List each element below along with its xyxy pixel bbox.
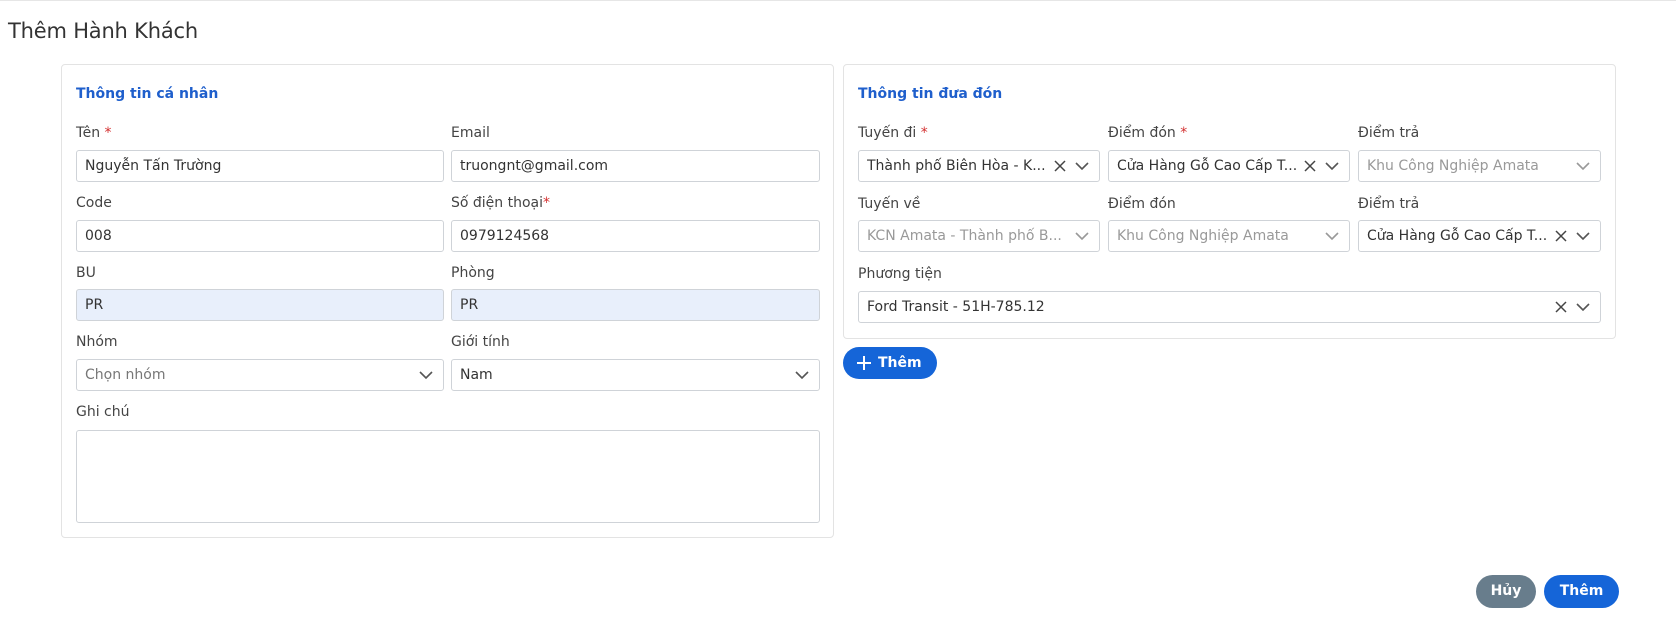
route-out-value: Thành phố Biên Hòa - K... <box>867 158 1046 174</box>
gender-label: Giới tính <box>451 334 510 350</box>
pickup-back-select[interactable]: Khu Công Nghiệp Amata <box>1108 220 1350 252</box>
email-field[interactable]: truongnt@gmail.com <box>451 150 820 182</box>
drop-back-value: Cửa Hàng Gỗ Cao Cấp T... <box>1367 228 1548 244</box>
name-label: Tên * <box>76 125 112 141</box>
vehicle-value: Ford Transit - 51H-785.12 <box>867 299 1045 315</box>
drop-out-label: Điểm trả <box>1358 125 1420 141</box>
route-back-select[interactable]: KCN Amata - Thành phố B... <box>858 220 1100 252</box>
bu-value: PR <box>85 297 104 313</box>
submit-button[interactable]: Thêm <box>1544 575 1619 608</box>
phone-field[interactable]: 0979124568 <box>451 220 820 252</box>
chevron-down-icon <box>1576 232 1590 241</box>
vehicle-label: Phương tiện <box>858 266 942 282</box>
bu-label: BU <box>76 265 96 281</box>
pickup-back-label: Điểm đón <box>1108 196 1176 212</box>
add-transport-label: Thêm <box>878 355 922 371</box>
chevron-down-icon <box>795 371 809 380</box>
pickup-out-value: Cửa Hàng Gỗ Cao Cấp T... <box>1117 158 1298 174</box>
group-select[interactable]: Chọn nhóm <box>76 359 444 391</box>
top-divider <box>0 0 1676 1</box>
close-icon[interactable] <box>1054 160 1066 172</box>
code-label: Code <box>76 195 112 211</box>
close-icon[interactable] <box>1304 160 1316 172</box>
route-back-value: KCN Amata - Thành phố B... <box>867 228 1062 244</box>
group-placeholder: Chọn nhóm <box>85 367 166 383</box>
code-field[interactable]: 008 <box>76 220 444 252</box>
drop-back-label: Điểm trả <box>1358 196 1420 212</box>
gender-value: Nam <box>460 367 493 383</box>
name-field[interactable]: Nguyễn Tấn Trường <box>76 150 444 182</box>
note-textarea[interactable] <box>76 430 820 523</box>
chevron-down-icon <box>419 371 433 380</box>
chevron-down-icon <box>1576 162 1590 171</box>
pickup-out-select[interactable]: Cửa Hàng Gỗ Cao Cấp T... <box>1108 150 1350 182</box>
route-out-label: Tuyến đi * <box>858 125 928 141</box>
room-label: Phòng <box>451 265 495 281</box>
chevron-down-icon <box>1075 162 1089 171</box>
room-field[interactable]: PR <box>451 289 820 321</box>
email-label: Email <box>451 125 490 141</box>
chevron-down-icon <box>1325 232 1339 241</box>
chevron-down-icon <box>1576 303 1590 312</box>
chevron-down-icon <box>1075 232 1089 241</box>
pickup-out-label: Điểm đón * <box>1108 125 1188 141</box>
name-value: Nguyễn Tấn Trường <box>85 158 222 174</box>
drop-out-value: Khu Công Nghiệp Amata <box>1367 158 1539 174</box>
gender-select[interactable]: Nam <box>451 359 820 391</box>
cancel-button[interactable]: Hủy <box>1476 575 1536 608</box>
phone-value: 0979124568 <box>460 228 550 244</box>
chevron-down-icon <box>1325 162 1339 171</box>
room-value: PR <box>460 297 479 313</box>
note-label: Ghi chú <box>76 404 130 420</box>
group-label: Nhóm <box>76 334 118 350</box>
plus-icon <box>857 356 871 370</box>
close-icon[interactable] <box>1555 301 1567 313</box>
route-back-label: Tuyến về <box>858 196 921 212</box>
close-icon[interactable] <box>1555 230 1567 242</box>
phone-label: Số điện thoại* <box>451 195 551 211</box>
vehicle-select[interactable]: Ford Transit - 51H-785.12 <box>858 291 1601 323</box>
drop-out-select[interactable]: Khu Công Nghiệp Amata <box>1358 150 1601 182</box>
email-value: truongnt@gmail.com <box>460 158 609 174</box>
bu-field[interactable]: PR <box>76 289 444 321</box>
route-out-select[interactable]: Thành phố Biên Hòa - K... <box>858 150 1100 182</box>
personal-info-title: Thông tin cá nhân <box>76 86 219 102</box>
page-title: Thêm Hành Khách <box>8 19 198 43</box>
code-value: 008 <box>85 228 112 244</box>
drop-back-select[interactable]: Cửa Hàng Gỗ Cao Cấp T... <box>1358 220 1601 252</box>
transport-info-title: Thông tin đưa đón <box>858 86 1003 102</box>
add-transport-button[interactable]: Thêm <box>843 347 937 379</box>
pickup-back-value: Khu Công Nghiệp Amata <box>1117 228 1289 244</box>
